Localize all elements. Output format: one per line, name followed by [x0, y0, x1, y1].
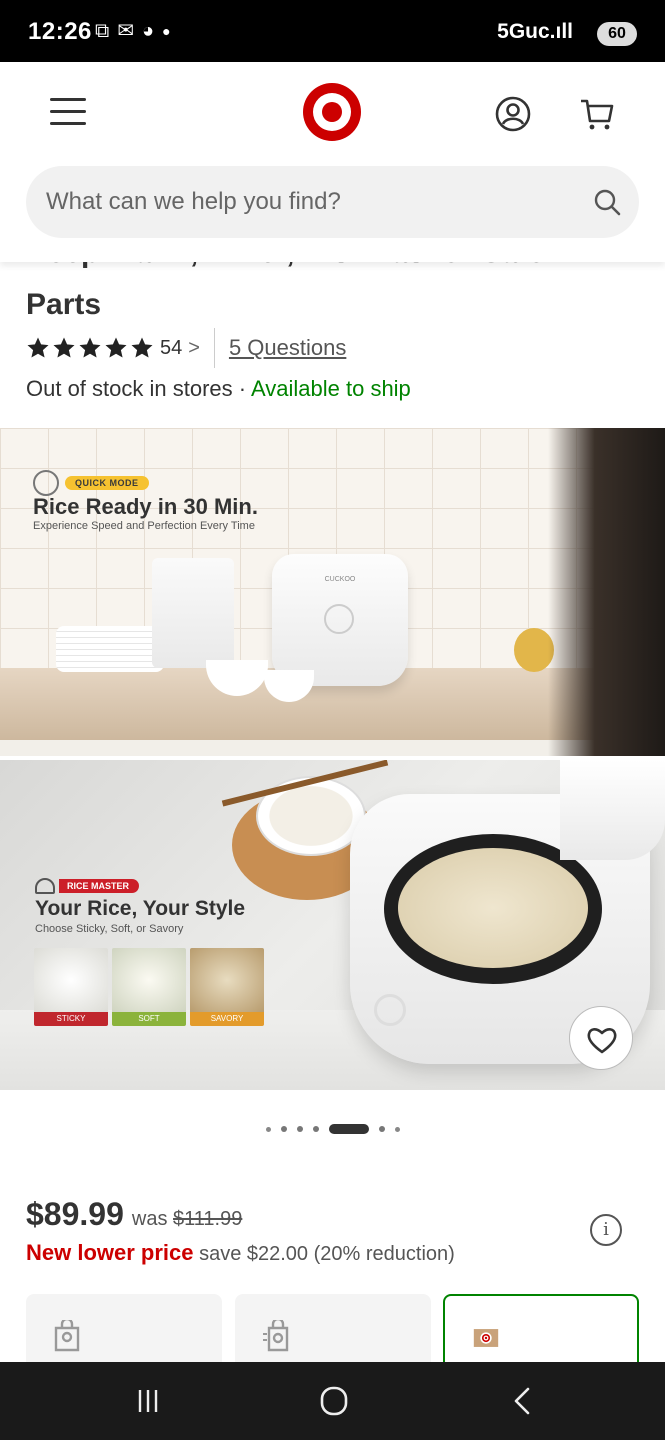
stock-status: Out of stock in stores · Available to sh…: [26, 376, 411, 402]
divider: [213, 328, 215, 368]
mail-icon: ✉: [117, 20, 135, 42]
system-nav-bar: [0, 1362, 665, 1440]
star-icon: [105, 337, 127, 358]
rice-bowl-icon: [35, 878, 55, 894]
cart-icon[interactable]: [578, 95, 616, 133]
control-knob: [374, 994, 406, 1026]
dot-icon: ●: [162, 23, 171, 39]
search-icon[interactable]: [593, 188, 621, 216]
rice-master-badge: RICE MASTER: [35, 878, 140, 894]
favorite-button[interactable]: [569, 1006, 633, 1070]
target-logo[interactable]: [302, 82, 362, 142]
app-header: [0, 62, 665, 262]
network-indicator: 5Guc.ıll: [497, 20, 573, 43]
carousel-dot[interactable]: [378, 1126, 385, 1132]
thumb-savory: SAVORY: [190, 948, 264, 1026]
person-blur: [548, 428, 665, 756]
promo-line: New lower price save $22.00 (20% reducti…: [26, 1240, 455, 1266]
drive-up-option[interactable]: [235, 1294, 431, 1362]
heart-icon: [587, 1028, 617, 1054]
was-price: was $111.99: [131, 1208, 243, 1230]
rating-row: 54 > 5 Questions: [26, 328, 346, 368]
ball-icon: ◕: [142, 20, 155, 42]
control-knob: [324, 604, 354, 634]
image-headline: Rice Ready in 30 Min.: [33, 494, 258, 519]
star-icon: [27, 337, 49, 358]
status-notification-icons: ⧉ ✉ ◕ ●: [95, 20, 171, 42]
new-lower-price-label: New lower price: [26, 1240, 194, 1265]
brand-label: CUCKOO: [324, 576, 356, 583]
status-time: 12:26: [28, 18, 92, 45]
price-row: $89.99 was $111.99: [26, 1196, 242, 1233]
product-image-1[interactable]: CUCKOO QUICK MODE Rice Ready in 30 Min. …: [0, 428, 665, 756]
recents-icon[interactable]: [128, 1386, 168, 1416]
star-icon: [53, 337, 75, 358]
search-input[interactable]: [46, 180, 566, 224]
carousel-pagination[interactable]: [0, 1122, 665, 1136]
cutting-board: [152, 558, 234, 668]
rice-cooker: CUCKOO: [272, 554, 408, 686]
badge-label: RICE MASTER: [59, 879, 140, 893]
screenshot-icon: ⧉: [95, 20, 110, 42]
current-price: $89.99: [26, 1196, 124, 1232]
image-subline: Choose Sticky, Soft, or Savory: [35, 923, 184, 935]
cooker-lid: [560, 760, 665, 860]
battery-indicator: 60: [597, 22, 637, 46]
hamburger-icon[interactable]: [50, 98, 86, 128]
drive-up-icon: [263, 1320, 289, 1352]
timer-icon: [33, 470, 59, 496]
home-icon[interactable]: [314, 1386, 354, 1416]
info-icon[interactable]: i: [590, 1214, 622, 1246]
carousel-dot[interactable]: [394, 1126, 400, 1132]
carousel-dot[interactable]: [296, 1126, 303, 1132]
plates-stack: [56, 626, 164, 672]
image-headline: Your Rice, Your Style: [35, 897, 246, 920]
search-bar[interactable]: [26, 166, 639, 238]
strikethrough-price: $111.99: [173, 1208, 243, 1230]
image-subline: Experience Speed and Perfection Every Ti…: [33, 520, 255, 532]
thumb-soft: SOFT: [112, 948, 186, 1026]
pickup-option[interactable]: [26, 1294, 222, 1362]
store-pickup-icon: [54, 1320, 80, 1352]
account-icon[interactable]: [494, 95, 532, 133]
star-icon: [131, 337, 153, 358]
carousel-dot-active[interactable]: [328, 1124, 369, 1134]
carousel-dot[interactable]: [280, 1126, 287, 1132]
quick-mode-badge: QUICK MODE: [33, 470, 149, 496]
stock-text: Out of stock in stores ·: [26, 376, 251, 401]
thumb-sticky: STICKY: [34, 948, 108, 1026]
cooked-rice: [398, 848, 588, 968]
questions-link[interactable]: 5 Questions: [229, 335, 346, 361]
rating-stars[interactable]: [26, 336, 154, 360]
savings-text: save $22.00 (20% reduction): [199, 1243, 455, 1265]
carousel-dot[interactable]: [265, 1126, 271, 1132]
shipping-box-icon: [473, 1329, 499, 1347]
status-bar: 12:26 ⧉ ✉ ◕ ● 5Guc.ıll 60: [0, 0, 665, 62]
rice-style-thumbs: STICKY SOFT SAVORY: [34, 948, 264, 1026]
badge-label: QUICK MODE: [65, 476, 149, 490]
product-title-line2: Parts: [26, 288, 102, 321]
shipping-option[interactable]: [443, 1294, 639, 1362]
carousel-dot[interactable]: [312, 1126, 319, 1132]
star-icon: [79, 337, 101, 358]
available-to-ship: Available to ship: [250, 376, 411, 401]
product-image-2[interactable]: RICE MASTER Your Rice, Your Style Choose…: [0, 760, 665, 1090]
chevron-right-icon[interactable]: >: [188, 337, 200, 360]
rating-count[interactable]: 54: [160, 337, 182, 360]
back-icon[interactable]: [502, 1386, 542, 1416]
fulfillment-options: [26, 1294, 639, 1362]
